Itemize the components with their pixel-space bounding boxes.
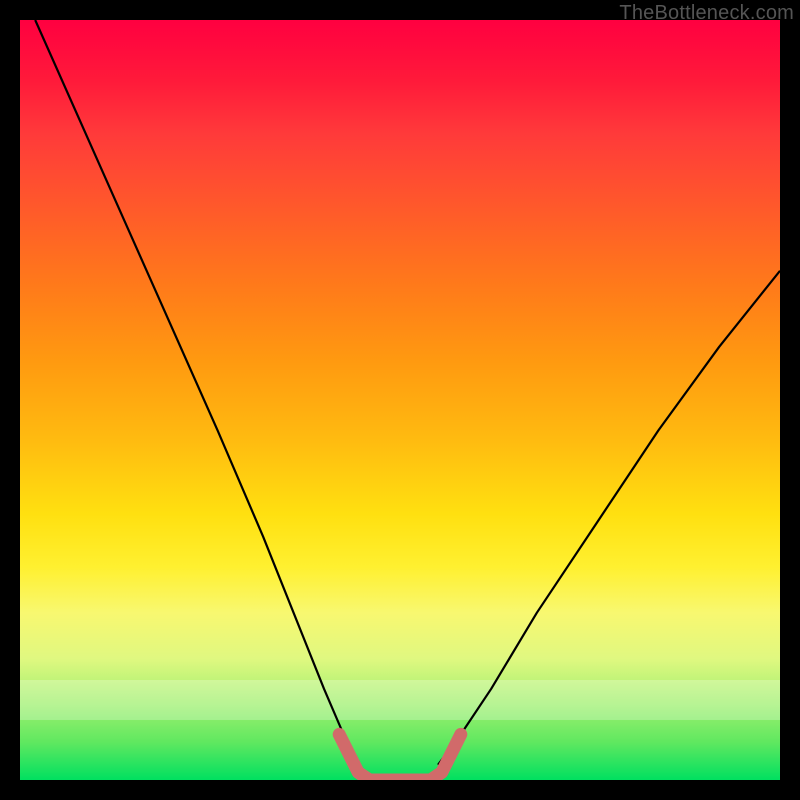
series-bottom-bracket	[339, 734, 461, 780]
series-left-curve	[35, 20, 358, 765]
plot-area	[20, 20, 780, 780]
chart-frame: TheBottleneck.com	[0, 0, 800, 800]
series-right-curve	[438, 271, 780, 765]
curve-layer	[20, 20, 780, 780]
